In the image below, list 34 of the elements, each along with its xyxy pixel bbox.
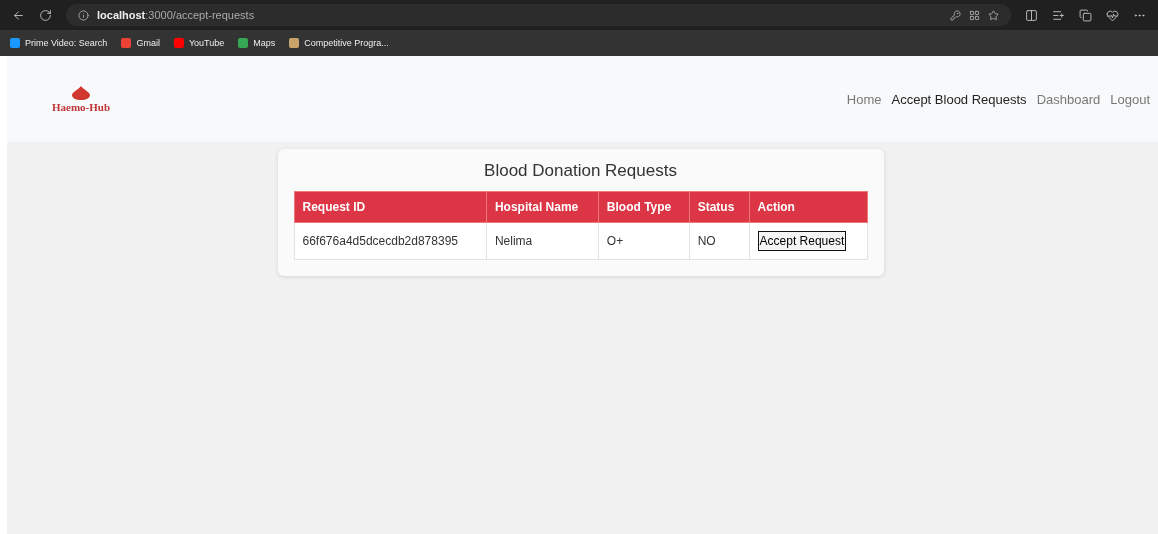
info-icon[interactable] [78,9,89,21]
bookmark-link[interactable]: Prime Video: Search [25,38,108,48]
logo-text: Haemo-Hub [52,100,111,113]
column-header: Request ID [294,191,487,223]
key-icon[interactable] [950,9,961,21]
split-screen-icon[interactable] [1025,8,1038,22]
column-header: Status [689,191,750,223]
status-cell: NO [689,222,750,260]
back-icon[interactable] [12,8,25,22]
nav-link[interactable]: Logout [1110,91,1150,107]
accept-request-button[interactable]: Accept Request [757,231,847,251]
bookmark-link[interactable]: Competitive Progra... [304,38,389,48]
column-header: Blood Type [598,191,690,223]
bookmark-link[interactable]: Maps [253,38,276,48]
bookmark-link[interactable]: YouTube [188,38,225,48]
address-bar[interactable]: localhost:3000/accept-requests [66,4,1011,26]
blood-drop-icon [71,85,92,100]
column-header: Hospital Name [486,191,599,223]
favorite-icon[interactable] [988,9,999,21]
url-text: localhost:3000/accept-requests [97,9,255,21]
favorites-icon[interactable] [1052,8,1065,22]
bookmark-link[interactable]: Gmail [136,38,160,48]
hospital-name-cell: Nelima [486,222,599,260]
card-title: Blood Donation Requests [483,161,678,181]
nav-link[interactable]: Accept Blood Requests [891,91,1027,107]
health-icon[interactable] [1106,8,1119,22]
apps-icon[interactable] [969,9,980,21]
collections-icon[interactable] [1079,8,1092,22]
column-header: Action [749,191,867,223]
reload-icon[interactable] [39,8,52,22]
nav-link[interactable]: Dashboard [1036,91,1101,107]
nav-link[interactable]: Home [846,91,882,107]
blood-type-cell: O+ [598,222,690,260]
request-id-cell: 66f676a4d5dcecdb2d878395 [294,222,487,260]
